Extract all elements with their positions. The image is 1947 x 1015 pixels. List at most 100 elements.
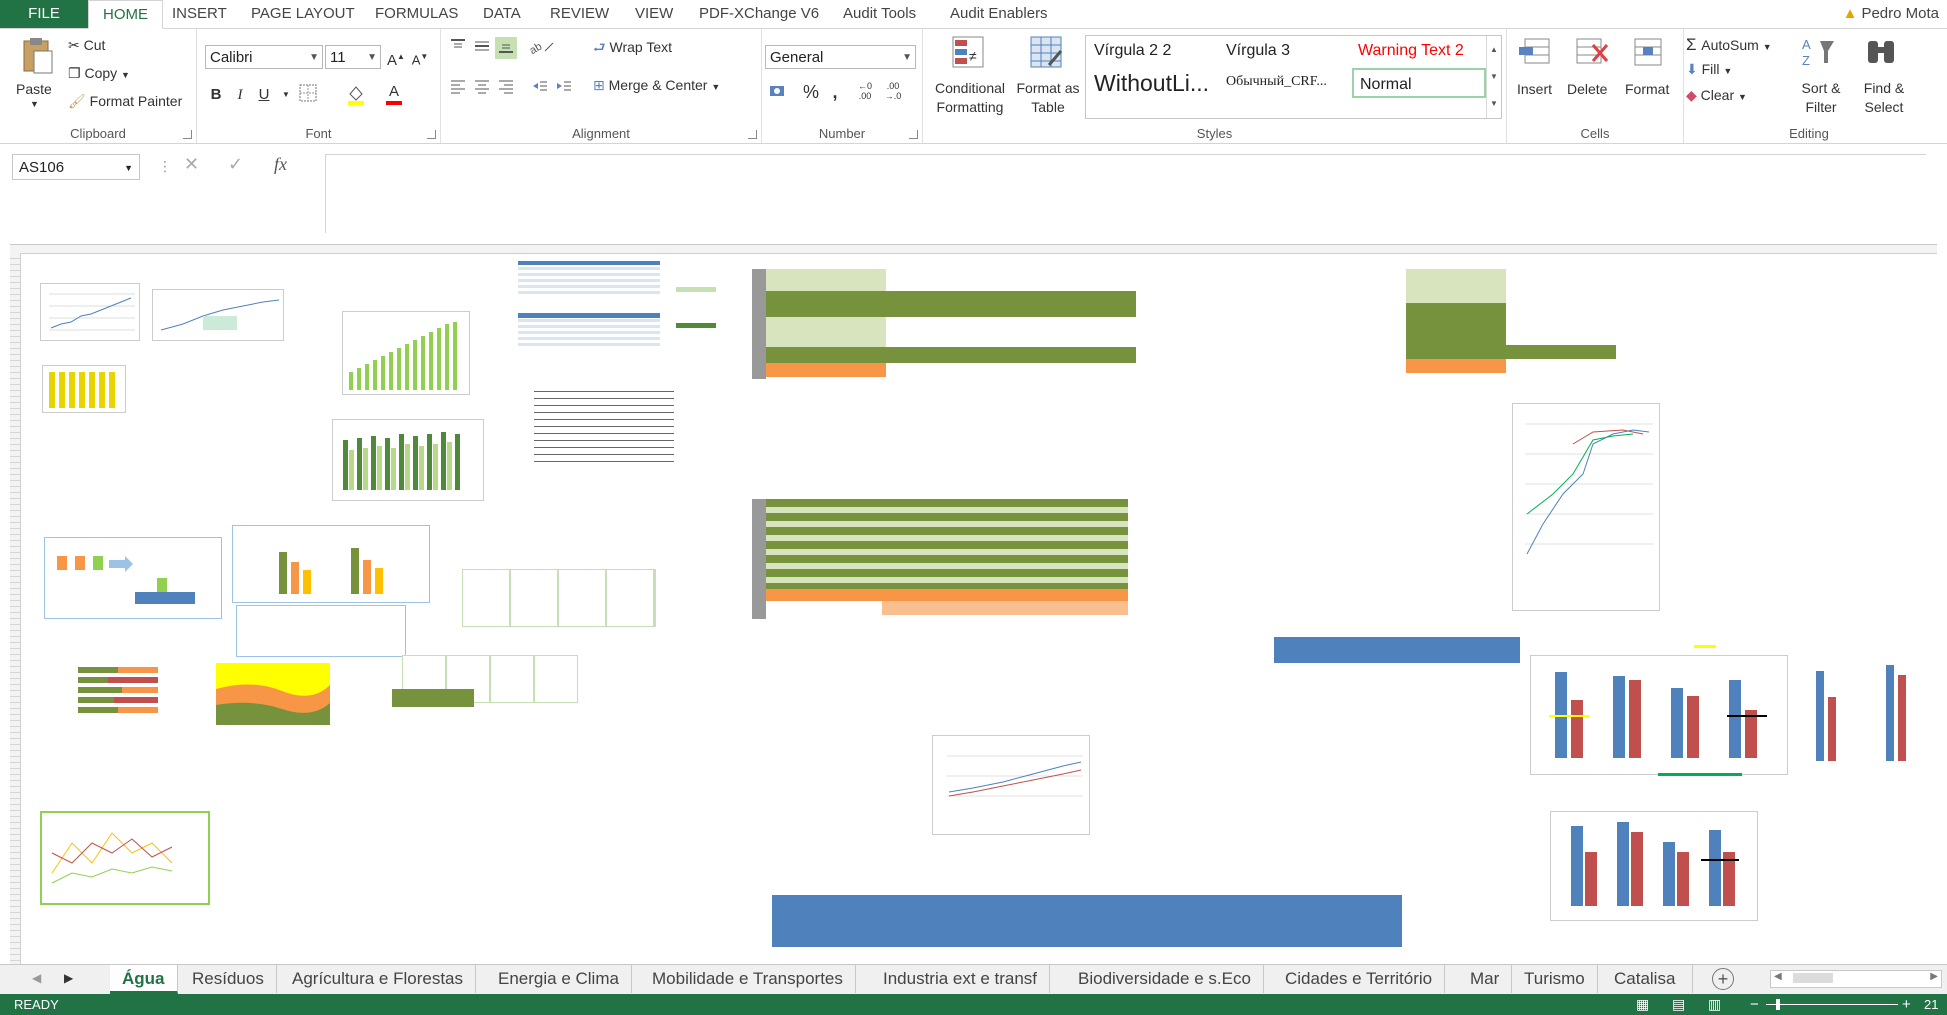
italic-button[interactable]: I xyxy=(229,84,251,106)
style-normal[interactable]: Normal xyxy=(1352,68,1486,98)
find-select-button[interactable]: Find & Select xyxy=(1852,79,1916,117)
scroll-left-icon[interactable]: ◀ xyxy=(32,971,41,985)
horizontal-scrollbar[interactable]: ◀ ▶ xyxy=(1770,970,1942,988)
comma-button[interactable]: , xyxy=(824,81,846,103)
formula-input[interactable] xyxy=(325,154,1926,233)
insert-function-icon[interactable]: fx xyxy=(274,154,287,175)
font-name-select[interactable]: Calibri ▼ xyxy=(205,45,323,69)
clipboard-launcher-icon[interactable] xyxy=(183,130,192,139)
tab-audit-tools[interactable]: Audit Tools xyxy=(829,0,930,28)
format-painter-button[interactable]: 🖌 Format Painter xyxy=(68,93,182,110)
style-virgula-2-2[interactable]: Vírgula 2 2 xyxy=(1094,42,1171,60)
zoom-slider[interactable] xyxy=(1766,1004,1898,1005)
sheet-tab-agua[interactable]: Água xyxy=(110,965,178,994)
insert-button[interactable]: Insert xyxy=(1517,81,1552,97)
fill-color-icon[interactable] xyxy=(345,84,367,106)
accounting-format-icon[interactable] xyxy=(768,81,790,103)
style-obychny-crf[interactable]: Обычный_CRF... xyxy=(1226,74,1327,90)
sheet-tab-mar[interactable]: Mar xyxy=(1458,965,1513,993)
scroll-right-icon[interactable]: ▶ xyxy=(1930,971,1938,982)
format-cells-icon[interactable] xyxy=(1631,35,1665,69)
sheet-tab-turismo[interactable]: Turismo xyxy=(1512,965,1598,993)
worksheet-grid[interactable] xyxy=(10,244,1937,965)
number-format-select[interactable]: General ▼ xyxy=(765,45,916,69)
delete-cells-icon[interactable] xyxy=(1573,35,1609,69)
scroll-left-icon[interactable]: ◀ xyxy=(1774,971,1782,982)
cut-button[interactable]: ✂ Cut xyxy=(68,37,105,54)
font-size-select[interactable]: 11 ▼ xyxy=(325,45,381,69)
page-break-view-icon[interactable]: ▥ xyxy=(1708,994,1721,1015)
add-sheet-icon[interactable]: + xyxy=(1712,968,1734,990)
percent-button[interactable]: % xyxy=(800,81,822,103)
user-account[interactable]: ▲ Pedro Mota xyxy=(1843,0,1939,28)
scroll-thumb[interactable] xyxy=(1793,973,1833,983)
tab-page-layout[interactable]: PAGE LAYOUT xyxy=(237,0,369,28)
sort-filter-icon[interactable]: AZ xyxy=(1800,35,1834,69)
increase-indent-icon[interactable] xyxy=(553,77,575,99)
format-as-table-button[interactable]: Format as Table xyxy=(1013,79,1083,117)
alignment-launcher-icon[interactable] xyxy=(748,130,757,139)
font-color-icon[interactable]: A xyxy=(383,81,405,105)
paste-icon[interactable] xyxy=(20,37,54,74)
cancel-icon[interactable]: ✕ xyxy=(184,154,199,175)
increase-decimal-icon[interactable]: ←0.00 xyxy=(854,81,876,103)
underline-dropdown-icon[interactable]: ▼ xyxy=(275,84,297,106)
tab-pdf-xchange[interactable]: PDF-XChange V6 xyxy=(685,0,833,28)
decrease-indent-icon[interactable] xyxy=(529,77,551,99)
tab-home[interactable]: HOME xyxy=(88,0,163,29)
enter-icon[interactable]: ✓ xyxy=(228,154,243,175)
fill-button[interactable]: ⬇ Fill ▼ xyxy=(1686,61,1732,78)
scroll-right-icon[interactable]: ▶ xyxy=(64,971,73,985)
style-warning-text-2[interactable]: Warning Text 2 xyxy=(1358,42,1464,60)
wrap-text-button[interactable]: ⮐ Wrap Text xyxy=(593,37,672,61)
delete-button[interactable]: Delete xyxy=(1567,81,1607,97)
tab-review[interactable]: REVIEW xyxy=(536,0,623,28)
autosum-button[interactable]: Σ AutoSum ▼ xyxy=(1686,35,1772,55)
style-withoutli[interactable]: WithoutLi... xyxy=(1094,70,1209,97)
sheet-tab-mobilidade[interactable]: Mobilidade e Transportes xyxy=(640,965,856,993)
grow-font-icon[interactable]: A▲ xyxy=(385,46,407,69)
binoculars-icon[interactable] xyxy=(1864,35,1898,69)
paste-button[interactable]: Paste xyxy=(16,81,52,97)
align-bottom-icon[interactable] xyxy=(495,37,517,59)
conditional-formatting-button[interactable]: Conditional Formatting xyxy=(927,79,1013,117)
row-headers[interactable] xyxy=(10,253,21,965)
sheet-tab-catalisa[interactable]: Catalisa xyxy=(1602,965,1693,993)
tab-audit-enablers[interactable]: Audit Enablers xyxy=(936,0,1062,28)
normal-view-icon[interactable]: ▦ xyxy=(1636,994,1649,1015)
bold-button[interactable]: B xyxy=(205,84,227,106)
formula-bar-drag-icon[interactable]: ⋮ xyxy=(158,158,172,175)
sheet-tab-energia[interactable]: Energia e Clima xyxy=(486,965,632,993)
conditional-formatting-icon[interactable]: ≠ xyxy=(951,35,985,69)
column-headers[interactable] xyxy=(10,245,1937,254)
font-launcher-icon[interactable] xyxy=(427,130,436,139)
sheet-tab-cidades[interactable]: Cidades e Território xyxy=(1273,965,1446,993)
sort-filter-button[interactable]: Sort & Filter xyxy=(1794,79,1848,117)
sheet-tab-industria[interactable]: Industria ext e transf xyxy=(871,965,1051,993)
format-as-table-icon[interactable] xyxy=(1029,35,1063,69)
page-layout-view-icon[interactable]: ▤ xyxy=(1672,994,1685,1015)
number-launcher-icon[interactable] xyxy=(909,130,918,139)
tab-formulas[interactable]: FORMULAS xyxy=(361,0,472,28)
copy-button[interactable]: ❐ Copy ▼ xyxy=(68,65,130,82)
clear-button[interactable]: ◆ Clear ▼ xyxy=(1686,87,1747,104)
align-left-icon[interactable] xyxy=(447,77,469,99)
sheet-tab-agricultura[interactable]: Agrícultura e Florestas xyxy=(280,965,477,993)
shrink-font-icon[interactable]: A▼ xyxy=(409,46,431,68)
style-virgula-3[interactable]: Vírgula 3 xyxy=(1226,42,1290,60)
insert-cells-icon[interactable] xyxy=(1517,35,1551,69)
orientation-icon[interactable]: ab xyxy=(528,37,554,59)
sheet-tab-biodiversidade[interactable]: Biodiversidade e s.Eco xyxy=(1066,965,1264,993)
name-box[interactable]: AS106 ▼ xyxy=(12,154,140,180)
paste-dropdown-icon[interactable]: ▼ xyxy=(30,99,39,109)
zoom-out-icon[interactable]: − xyxy=(1750,994,1759,1015)
tab-data[interactable]: DATA xyxy=(469,0,535,28)
tab-file[interactable]: FILE xyxy=(0,0,88,28)
underline-button[interactable]: U xyxy=(253,84,275,106)
align-top-icon[interactable] xyxy=(447,37,469,59)
zoom-slider-thumb[interactable] xyxy=(1776,999,1780,1010)
format-button[interactable]: Format xyxy=(1625,81,1669,97)
tab-view[interactable]: VIEW xyxy=(621,0,687,28)
zoom-level[interactable]: 21 xyxy=(1924,994,1938,1015)
decrease-decimal-icon[interactable]: .00 →.0 xyxy=(882,81,904,103)
